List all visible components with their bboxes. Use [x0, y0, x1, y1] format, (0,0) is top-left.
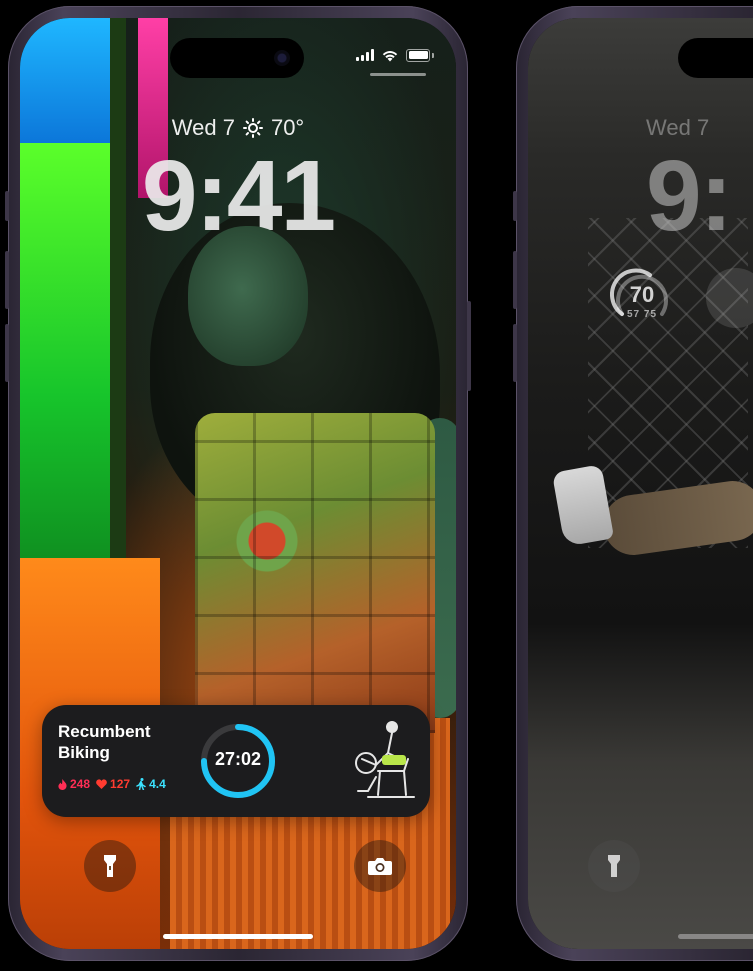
- phone-right: Wed 7 9: 70 57 75: [513, 6, 753, 961]
- flashlight-icon: [104, 855, 116, 877]
- flashlight-icon: [608, 855, 620, 877]
- volume-up-button: [5, 251, 9, 309]
- phone-left: Wed 7 70° 9:41 Recumbent Biking 248 127 …: [5, 6, 471, 961]
- front-camera-icon: [274, 50, 290, 66]
- workout-timer: 27:02: [214, 749, 262, 769]
- flame-icon: [58, 778, 67, 790]
- workout-stats: 248 127 4.4: [58, 777, 166, 791]
- temperature-label: 70°: [270, 115, 305, 140]
- gauge-range: 57 75: [626, 309, 658, 320]
- dynamic-island: [678, 38, 753, 78]
- wallpaper-subject-face: [188, 226, 308, 366]
- recumbent-bike-icon: [355, 721, 415, 798]
- battery-icon: [406, 48, 430, 62]
- side-button: [467, 301, 471, 391]
- temperature-gauge-widget[interactable]: 70 57 75: [610, 266, 674, 330]
- action-button: [5, 191, 9, 221]
- flashlight-button[interactable]: [84, 840, 136, 892]
- date-weather: Wed 7 70°: [20, 115, 456, 141]
- marketing-stage: Wed 7 70° 9:41 Recumbent Biking 248 127 …: [0, 0, 753, 971]
- distance-stat: 4.4: [136, 777, 166, 791]
- heart-rate-stat: 127: [96, 777, 130, 791]
- heart-icon: [96, 779, 107, 789]
- workout-title: Recumbent Biking: [58, 722, 151, 762]
- lock-screen-right: Wed 7 9: 70 57 75: [528, 18, 753, 949]
- sun-icon: [242, 118, 263, 138]
- home-indicator-right[interactable]: [678, 934, 753, 939]
- wifi-icon: [382, 51, 398, 62]
- date-label: Wed 7: [171, 115, 235, 140]
- camera-icon: [368, 858, 392, 875]
- home-indicator[interactable]: [163, 934, 313, 939]
- lock-screen: Wed 7 70° 9:41 Recumbent Biking 248 127 …: [20, 18, 456, 949]
- status-bar: [356, 48, 434, 62]
- volume-down-button: [5, 324, 9, 382]
- live-activity-workout[interactable]: Recumbent Biking 248 127 4.4 27:02: [42, 705, 430, 817]
- control-center-indicator[interactable]: [370, 73, 426, 76]
- dynamic-island: [170, 38, 304, 78]
- camera-button[interactable]: [354, 840, 406, 892]
- calories-stat: 248: [58, 777, 90, 791]
- gauge-value: 70: [629, 282, 655, 307]
- walking-figure-icon: [136, 778, 146, 790]
- flashlight-button-right[interactable]: [588, 840, 640, 892]
- cellular-signal-icon: [356, 49, 374, 61]
- lock-time-right: 9:: [646, 140, 733, 252]
- date-label-right: Wed 7: [646, 115, 710, 140]
